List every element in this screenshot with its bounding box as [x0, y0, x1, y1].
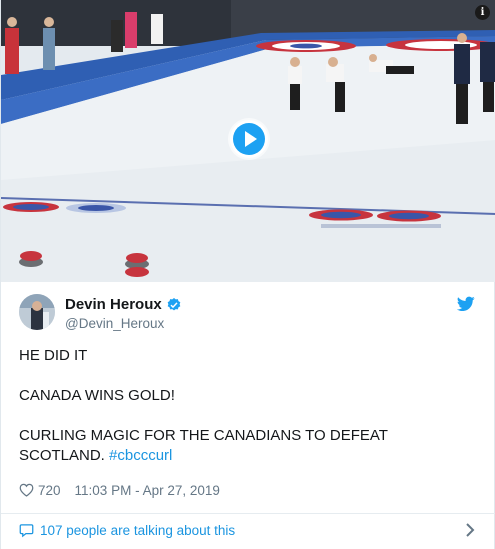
play-icon [233, 123, 265, 155]
twitter-bird-icon[interactable] [457, 296, 475, 312]
info-icon[interactable]: i [475, 5, 490, 20]
avatar[interactable] [19, 294, 55, 330]
tweet-line: CURLING MAGIC FOR THE CANADIANS TO DEFEA… [19, 427, 388, 444]
user-display-name[interactable]: Devin Heroux [65, 296, 182, 313]
video-player[interactable]: i [1, 0, 495, 282]
conversation-link[interactable]: 107 people are talking about this [19, 520, 479, 540]
speech-bubble-icon [19, 523, 34, 537]
user-handle[interactable]: @Devin_Heroux [65, 316, 164, 331]
verified-badge-icon [167, 297, 181, 310]
tweet-timestamp[interactable]: 11:03 PM - Apr 27, 2019 [75, 483, 220, 498]
conversation-label: 107 people are talking about this [40, 522, 236, 538]
tweet-meta: 720 11:03 PM - Apr 27, 2019 [19, 481, 220, 499]
hashtag-link[interactable]: #cbcccurl [109, 447, 172, 464]
tweet-body: HE DID IT CANADA WINS GOLD! CURLING MAGI… [19, 346, 479, 466]
chevron-right-icon [466, 523, 475, 537]
tweet-card: i Devin Heroux @Devin_Heroux HE DID IT C… [0, 0, 495, 549]
user-name-text: Devin Heroux [65, 296, 162, 313]
tweet-line: SCOTLAND. #cbcccurl [19, 446, 479, 466]
like-count[interactable]: 720 [38, 483, 61, 498]
tweet-line: CANADA WINS GOLD! [19, 387, 175, 404]
divider [1, 513, 495, 514]
play-button[interactable] [230, 120, 268, 158]
heart-icon[interactable] [19, 483, 34, 497]
tweet-header: Devin Heroux @Devin_Heroux [19, 294, 479, 334]
tweet-line: HE DID IT [19, 347, 88, 364]
tweet-line-text: SCOTLAND. [19, 447, 105, 464]
